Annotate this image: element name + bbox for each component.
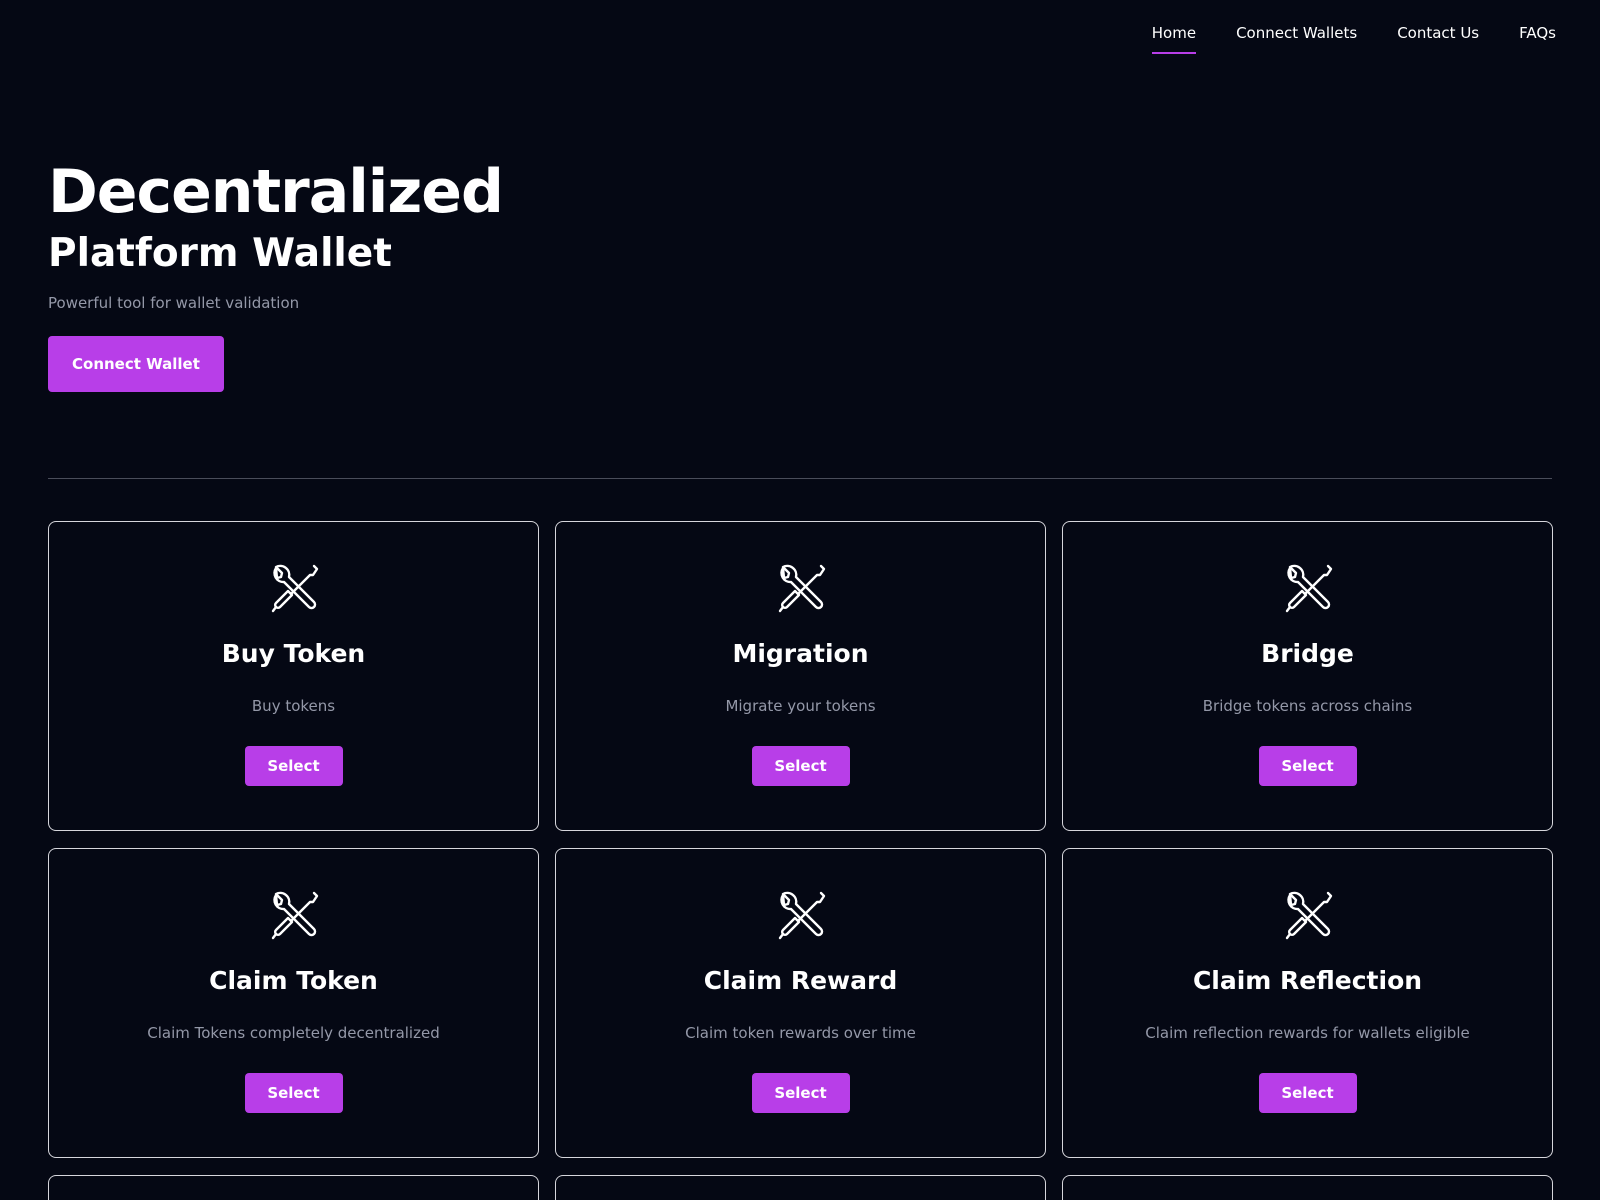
hero-tagline: Powerful tool for wallet validation: [48, 294, 300, 312]
section-divider: [48, 478, 1552, 479]
hero-subtitle: Platform Wallet: [48, 231, 392, 276]
card-claim-reward: Claim Reward Claim token rewards over ti…: [555, 848, 1046, 1158]
card-title: Bridge: [1261, 639, 1354, 668]
tools-icon: [271, 891, 318, 940]
card-claim-reflection: Claim Reflection Claim reflection reward…: [1062, 848, 1553, 1158]
card-partial: [1062, 1175, 1553, 1200]
card-title: Claim Token: [209, 966, 378, 995]
tools-icon: [778, 891, 825, 940]
tools-icon: [271, 564, 318, 613]
card-description: Bridge tokens across chains: [1202, 697, 1413, 715]
card-bridge: Bridge Bridge tokens across chains Selec…: [1062, 521, 1553, 831]
page: Home Connect Wallets Contact Us FAQs Dec…: [0, 0, 1600, 1200]
select-button[interactable]: Select: [244, 746, 343, 786]
tools-icon: [1285, 564, 1332, 613]
card-partial: [48, 1175, 539, 1200]
card-title: Migration: [732, 639, 869, 668]
hero-title: Decentralized: [48, 157, 504, 227]
tools-icon: [778, 564, 825, 613]
select-button[interactable]: Select: [751, 746, 850, 786]
card-description: Buy tokens: [251, 697, 336, 715]
card-migration: Migration Migrate your tokens Select: [555, 521, 1046, 831]
card-description: Claim token rewards over time: [685, 1024, 916, 1042]
select-button[interactable]: Select: [244, 1073, 343, 1113]
top-nav: Home Connect Wallets Contact Us FAQs: [1151, 24, 1556, 54]
card-claim-token: Claim Token Claim Tokens completely dece…: [48, 848, 539, 1158]
services-grid: Buy Token Buy tokens Select Migration Mi…: [48, 521, 1553, 1200]
nav-link-connect-wallets[interactable]: Connect Wallets: [1236, 24, 1357, 54]
tools-icon: [1285, 891, 1332, 940]
card-title: Buy Token: [221, 639, 366, 668]
card-title: Claim Reward: [703, 966, 898, 995]
select-button[interactable]: Select: [1258, 1073, 1357, 1113]
card-description: Claim reflection rewards for wallets eli…: [1145, 1024, 1470, 1042]
nav-link-contact-us[interactable]: Contact Us: [1397, 24, 1479, 54]
select-button[interactable]: Select: [751, 1073, 850, 1113]
hero-section: Decentralized Platform Wallet Powerful t…: [48, 156, 504, 392]
connect-wallet-button[interactable]: Connect Wallet: [48, 336, 224, 392]
select-button[interactable]: Select: [1258, 746, 1357, 786]
card-buy-token: Buy Token Buy tokens Select: [48, 521, 539, 831]
nav-link-home[interactable]: Home: [1151, 24, 1197, 54]
card-description: Claim Tokens completely decentralized: [147, 1024, 440, 1042]
nav-link-faqs[interactable]: FAQs: [1519, 24, 1556, 54]
card-description: Migrate your tokens: [725, 697, 876, 715]
card-title: Claim Reflection: [1192, 966, 1423, 995]
card-partial: [555, 1175, 1046, 1200]
